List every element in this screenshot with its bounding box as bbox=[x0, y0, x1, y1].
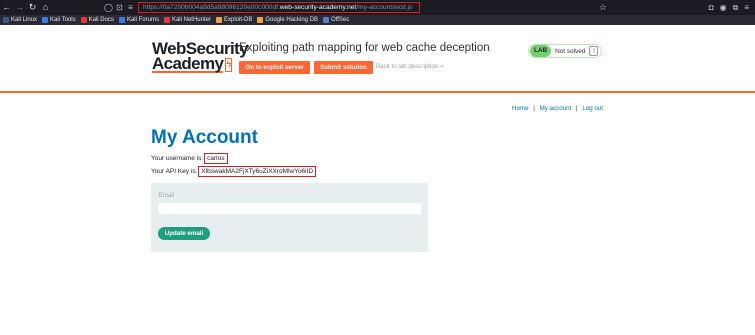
lab-title: Exploiting path mapping for web cache de… bbox=[239, 42, 490, 54]
bookmark-label: Exploit-DB bbox=[223, 17, 253, 23]
logo-line2: Academy bbox=[152, 54, 224, 73]
nav-separator: | bbox=[575, 105, 578, 112]
reload-icon[interactable]: ↻ bbox=[26, 0, 39, 15]
home-icon[interactable]: ⌂ bbox=[39, 0, 52, 15]
bookmark-favicon-icon bbox=[42, 17, 49, 23]
url-host: web-security-academy.net bbox=[279, 4, 357, 11]
apikey-value: XlbswakMA2FjXTy6uZiXXroMlwYo6iID bbox=[198, 166, 317, 177]
submit-solution-button[interactable]: Submit solution bbox=[314, 61, 373, 74]
username-label: Your username is: bbox=[151, 155, 204, 162]
nav-separator: | bbox=[533, 105, 535, 112]
home-link[interactable]: Home bbox=[512, 105, 529, 112]
change-email-form: Email Update email bbox=[151, 183, 428, 252]
permissions-icon[interactable]: ≡ bbox=[126, 3, 135, 12]
url-field[interactable]: https:// 0a7200b004a9d5a98096120e00c000d… bbox=[138, 2, 420, 13]
pocket-icon[interactable]: ◘ bbox=[709, 3, 714, 13]
url-lead-icons: ◯ ⊡ ≡ bbox=[104, 3, 135, 12]
back-icon[interactable]: ← bbox=[0, 0, 13, 15]
url-subdomain: 0a7200b004a9d5a98096120e00c000df. bbox=[162, 4, 280, 11]
username-line: Your username is: carlos bbox=[151, 153, 228, 164]
bookmark-item[interactable]: Kali Forums bbox=[118, 17, 159, 23]
bookmark-item[interactable]: Kali NetHunter bbox=[163, 17, 211, 23]
bookmark-item[interactable]: Kali Tools bbox=[42, 17, 76, 23]
update-email-button[interactable]: Update email bbox=[158, 227, 210, 240]
bookmark-favicon-icon bbox=[80, 17, 87, 23]
bookmark-favicon-icon bbox=[215, 17, 222, 23]
bookmark-favicon-icon bbox=[118, 17, 125, 23]
bookmark-item[interactable]: OffSec bbox=[323, 17, 349, 23]
bookmark-label: Kali Docs bbox=[88, 17, 114, 23]
bookmark-label: Kali Forums bbox=[126, 17, 159, 23]
lab-status-pill: LAB bbox=[530, 45, 552, 57]
flask-icon: ▯ bbox=[589, 46, 599, 56]
bookmark-label: Google Hacking DB bbox=[265, 17, 319, 23]
bookmark-label: OffSec bbox=[331, 17, 350, 23]
my-account-link[interactable]: My account bbox=[540, 105, 572, 112]
toolbar-right-icons: ◘ ◉ ⧉ ≡ bbox=[709, 3, 749, 13]
bookmark-item[interactable]: Exploit-DB bbox=[215, 17, 253, 23]
bookmark-item[interactable]: Kali Docs bbox=[80, 17, 114, 23]
web-security-academy-logo[interactable]: WebSecurity Academy ϟ bbox=[152, 40, 249, 73]
apikey-label: Your API Key is: bbox=[151, 168, 198, 175]
lock-icon[interactable]: ⊡ bbox=[115, 3, 124, 12]
bookmark-favicon-icon bbox=[163, 17, 170, 23]
bookmark-favicon-icon bbox=[323, 17, 330, 23]
account-nav: Home | My account | Log out bbox=[512, 105, 603, 112]
page-title: My Account bbox=[151, 127, 258, 148]
bolt-icon: ϟ bbox=[225, 57, 233, 72]
url-scheme: https:// bbox=[143, 4, 163, 11]
extensions-icon[interactable]: ⧉ bbox=[733, 3, 739, 13]
url-path: /my-account/wcd.js bbox=[356, 4, 413, 11]
shield-icon[interactable]: ◯ bbox=[104, 3, 113, 12]
account-icon[interactable]: ◉ bbox=[720, 3, 727, 13]
header-divider bbox=[0, 91, 755, 93]
lab-status-text: Not solved bbox=[555, 47, 586, 55]
bookmark-favicon-icon bbox=[257, 17, 264, 23]
bookmark-favicon-icon bbox=[3, 17, 9, 23]
bookmark-star-icon[interactable]: ☆ bbox=[599, 2, 607, 13]
bookmark-label: Kali NetHunter bbox=[171, 17, 211, 23]
bookmark-item[interactable]: Google Hacking DB bbox=[257, 17, 318, 23]
exploit-server-button[interactable]: Go to exploit server bbox=[239, 61, 310, 74]
browser-toolbar: ← → ↻ ⌂ ◯ ⊡ ≡ https:// 0a7200b004a9d5a98… bbox=[0, 0, 755, 15]
email-field[interactable] bbox=[158, 203, 421, 214]
menu-icon[interactable]: ≡ bbox=[744, 3, 749, 13]
bookmark-item[interactable]: Kali Linux bbox=[3, 17, 37, 23]
bookmarks-bar: Kali Linux Kali Tools Kali Docs Kali Forums… bbox=[0, 15, 755, 25]
username-value: carlos bbox=[204, 153, 228, 164]
lab-status-widget: LAB Not solved ▯ bbox=[528, 44, 602, 58]
apikey-line: Your API Key is: XlbswakMA2FjXTy6uZiXXro… bbox=[151, 166, 317, 177]
forward-icon[interactable]: → bbox=[13, 0, 26, 15]
back-to-lab-description-link[interactable]: Back to lab description » bbox=[376, 63, 443, 70]
bookmark-label: Kali Tools bbox=[50, 17, 76, 23]
logout-link[interactable]: Log out bbox=[582, 105, 603, 112]
bookmark-label: Kali Linux bbox=[11, 17, 38, 23]
email-label: Email bbox=[159, 193, 175, 199]
